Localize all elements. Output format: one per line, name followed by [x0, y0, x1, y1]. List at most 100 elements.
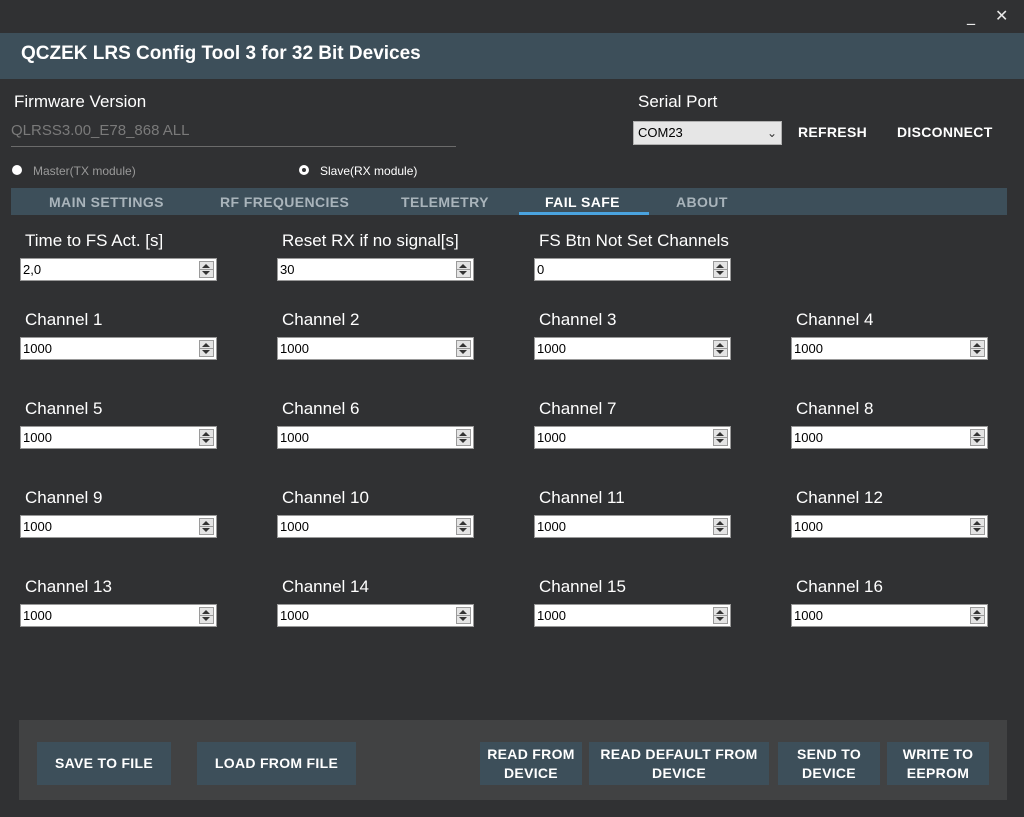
- app-header: QCZEK LRS Config Tool 3 for 32 Bit Devic…: [0, 33, 1024, 79]
- channel-16-label: Channel 16: [796, 577, 883, 596]
- stepper-arrows-icon[interactable]: [199, 429, 214, 446]
- channel-10-value: 1000: [280, 519, 309, 534]
- reset-rx-label: Reset RX if no signal[s]: [282, 231, 459, 250]
- stepper-arrows-icon[interactable]: [713, 518, 728, 535]
- channel-16-stepper[interactable]: 1000: [791, 604, 988, 627]
- channel-2-label: Channel 2: [282, 310, 360, 329]
- disconnect-button[interactable]: DISCONNECT: [897, 124, 993, 140]
- slave-radio[interactable]: [299, 165, 309, 175]
- read-from-device-button[interactable]: READ FROM DEVICE: [480, 742, 582, 785]
- channel-12-stepper[interactable]: 1000: [791, 515, 988, 538]
- channel-5-value: 1000: [23, 430, 52, 445]
- channel-13-stepper[interactable]: 1000: [20, 604, 217, 627]
- firmware-version-label: Firmware Version: [14, 92, 147, 111]
- stepper-arrows-icon[interactable]: [456, 518, 471, 535]
- fs-time-stepper[interactable]: 2,0: [20, 258, 217, 281]
- channel-13-label: Channel 13: [25, 577, 112, 596]
- channel-2-stepper[interactable]: 1000: [277, 337, 474, 360]
- write-to-eeprom-button[interactable]: WRITE TO EEPROM: [887, 742, 989, 785]
- channel-7-label: Channel 7: [539, 399, 617, 418]
- stepper-arrows-icon[interactable]: [970, 607, 985, 624]
- channel-11-label: Channel 11: [539, 488, 625, 507]
- channel-12-value: 1000: [794, 519, 823, 534]
- stepper-arrows-icon[interactable]: [199, 340, 214, 357]
- channel-5-stepper[interactable]: 1000: [20, 426, 217, 449]
- channel-14-stepper[interactable]: 1000: [277, 604, 474, 627]
- channel-15-label: Channel 15: [539, 577, 626, 596]
- channel-4-value: 1000: [794, 341, 823, 356]
- serial-port-select[interactable]: COM23 ⌄: [633, 121, 782, 145]
- load-from-file-button[interactable]: LOAD FROM FILE: [197, 742, 356, 785]
- stepper-arrows-icon[interactable]: [970, 518, 985, 535]
- channel-9-stepper[interactable]: 1000: [20, 515, 217, 538]
- window-titlebar: _ ✕: [0, 0, 1024, 33]
- refresh-button[interactable]: REFRESH: [798, 124, 867, 140]
- channel-6-label: Channel 6: [282, 399, 360, 418]
- channel-15-value: 1000: [537, 608, 566, 623]
- channel-8-label: Channel 8: [796, 399, 874, 418]
- slave-radio-label: Slave(RX module): [320, 164, 418, 178]
- stepper-arrows-icon[interactable]: [199, 607, 214, 624]
- channel-3-label: Channel 3: [539, 310, 617, 329]
- channel-6-stepper[interactable]: 1000: [277, 426, 474, 449]
- stepper-arrows-icon[interactable]: [456, 340, 471, 357]
- channel-14-value: 1000: [280, 608, 309, 623]
- channel-8-stepper[interactable]: 1000: [791, 426, 988, 449]
- reset-rx-stepper[interactable]: 30: [277, 258, 474, 281]
- active-tab-indicator: [519, 212, 649, 215]
- channel-1-stepper[interactable]: 1000: [20, 337, 217, 360]
- reset-rx-value: 30: [280, 262, 295, 277]
- stepper-arrows-icon[interactable]: [199, 261, 214, 278]
- stepper-arrows-icon[interactable]: [970, 429, 985, 446]
- channel-1-value: 1000: [23, 341, 52, 356]
- minimize-icon[interactable]: _: [967, 6, 975, 25]
- channel-8-value: 1000: [794, 430, 823, 445]
- tab-bar: MAIN SETTINGS RF FREQUENCIES TELEMETRY F…: [11, 188, 1007, 215]
- app-title: QCZEK LRS Config Tool 3 for 32 Bit Devic…: [21, 43, 421, 64]
- stepper-arrows-icon[interactable]: [456, 429, 471, 446]
- close-icon[interactable]: ✕: [995, 6, 1008, 25]
- fs-btn-stepper[interactable]: 0: [534, 258, 731, 281]
- firmware-version-value: QLRSS3.00_E78_868 ALL: [11, 122, 456, 147]
- stepper-arrows-icon[interactable]: [199, 518, 214, 535]
- read-default-from-device-button[interactable]: READ DEFAULT FROM DEVICE: [589, 742, 769, 785]
- channel-11-stepper[interactable]: 1000: [534, 515, 731, 538]
- stepper-arrows-icon[interactable]: [713, 429, 728, 446]
- channel-13-value: 1000: [23, 608, 52, 623]
- channel-3-stepper[interactable]: 1000: [534, 337, 731, 360]
- channel-15-stepper[interactable]: 1000: [534, 604, 731, 627]
- channel-9-value: 1000: [23, 519, 52, 534]
- channel-1-label: Channel 1: [25, 310, 103, 329]
- tab-fail-safe[interactable]: FAIL SAFE: [545, 194, 620, 210]
- footer-bar: SAVE TO FILE LOAD FROM FILE READ FROM DE…: [19, 720, 1007, 800]
- channel-3-value: 1000: [537, 341, 566, 356]
- channel-6-value: 1000: [280, 430, 309, 445]
- stepper-arrows-icon[interactable]: [970, 340, 985, 357]
- channel-10-label: Channel 10: [282, 488, 369, 507]
- channel-11-value: 1000: [537, 519, 566, 534]
- send-to-device-button[interactable]: SEND TO DEVICE: [778, 742, 880, 785]
- save-to-file-button[interactable]: SAVE TO FILE: [37, 742, 171, 785]
- fs-time-value: 2,0: [23, 262, 42, 277]
- master-radio[interactable]: [12, 165, 22, 175]
- tab-rf-frequencies[interactable]: RF FREQUENCIES: [220, 194, 349, 210]
- master-radio-label: Master(TX module): [33, 164, 136, 178]
- serial-port-label: Serial Port: [638, 92, 718, 111]
- fs-btn-label: FS Btn Not Set Channels: [539, 231, 729, 250]
- stepper-arrows-icon[interactable]: [456, 607, 471, 624]
- channel-14-label: Channel 14: [282, 577, 369, 596]
- channel-7-stepper[interactable]: 1000: [534, 426, 731, 449]
- tab-about[interactable]: ABOUT: [676, 194, 728, 210]
- channel-12-label: Channel 12: [796, 488, 883, 507]
- stepper-arrows-icon[interactable]: [713, 340, 728, 357]
- stepper-arrows-icon[interactable]: [456, 261, 471, 278]
- channel-4-stepper[interactable]: 1000: [791, 337, 988, 360]
- channel-10-stepper[interactable]: 1000: [277, 515, 474, 538]
- tab-telemetry[interactable]: TELEMETRY: [401, 194, 489, 210]
- channel-4-label: Channel 4: [796, 310, 874, 329]
- channel-5-label: Channel 5: [25, 399, 103, 418]
- stepper-arrows-icon[interactable]: [713, 261, 728, 278]
- tab-main-settings[interactable]: MAIN SETTINGS: [49, 194, 164, 210]
- stepper-arrows-icon[interactable]: [713, 607, 728, 624]
- serial-port-selected: COM23: [638, 125, 683, 140]
